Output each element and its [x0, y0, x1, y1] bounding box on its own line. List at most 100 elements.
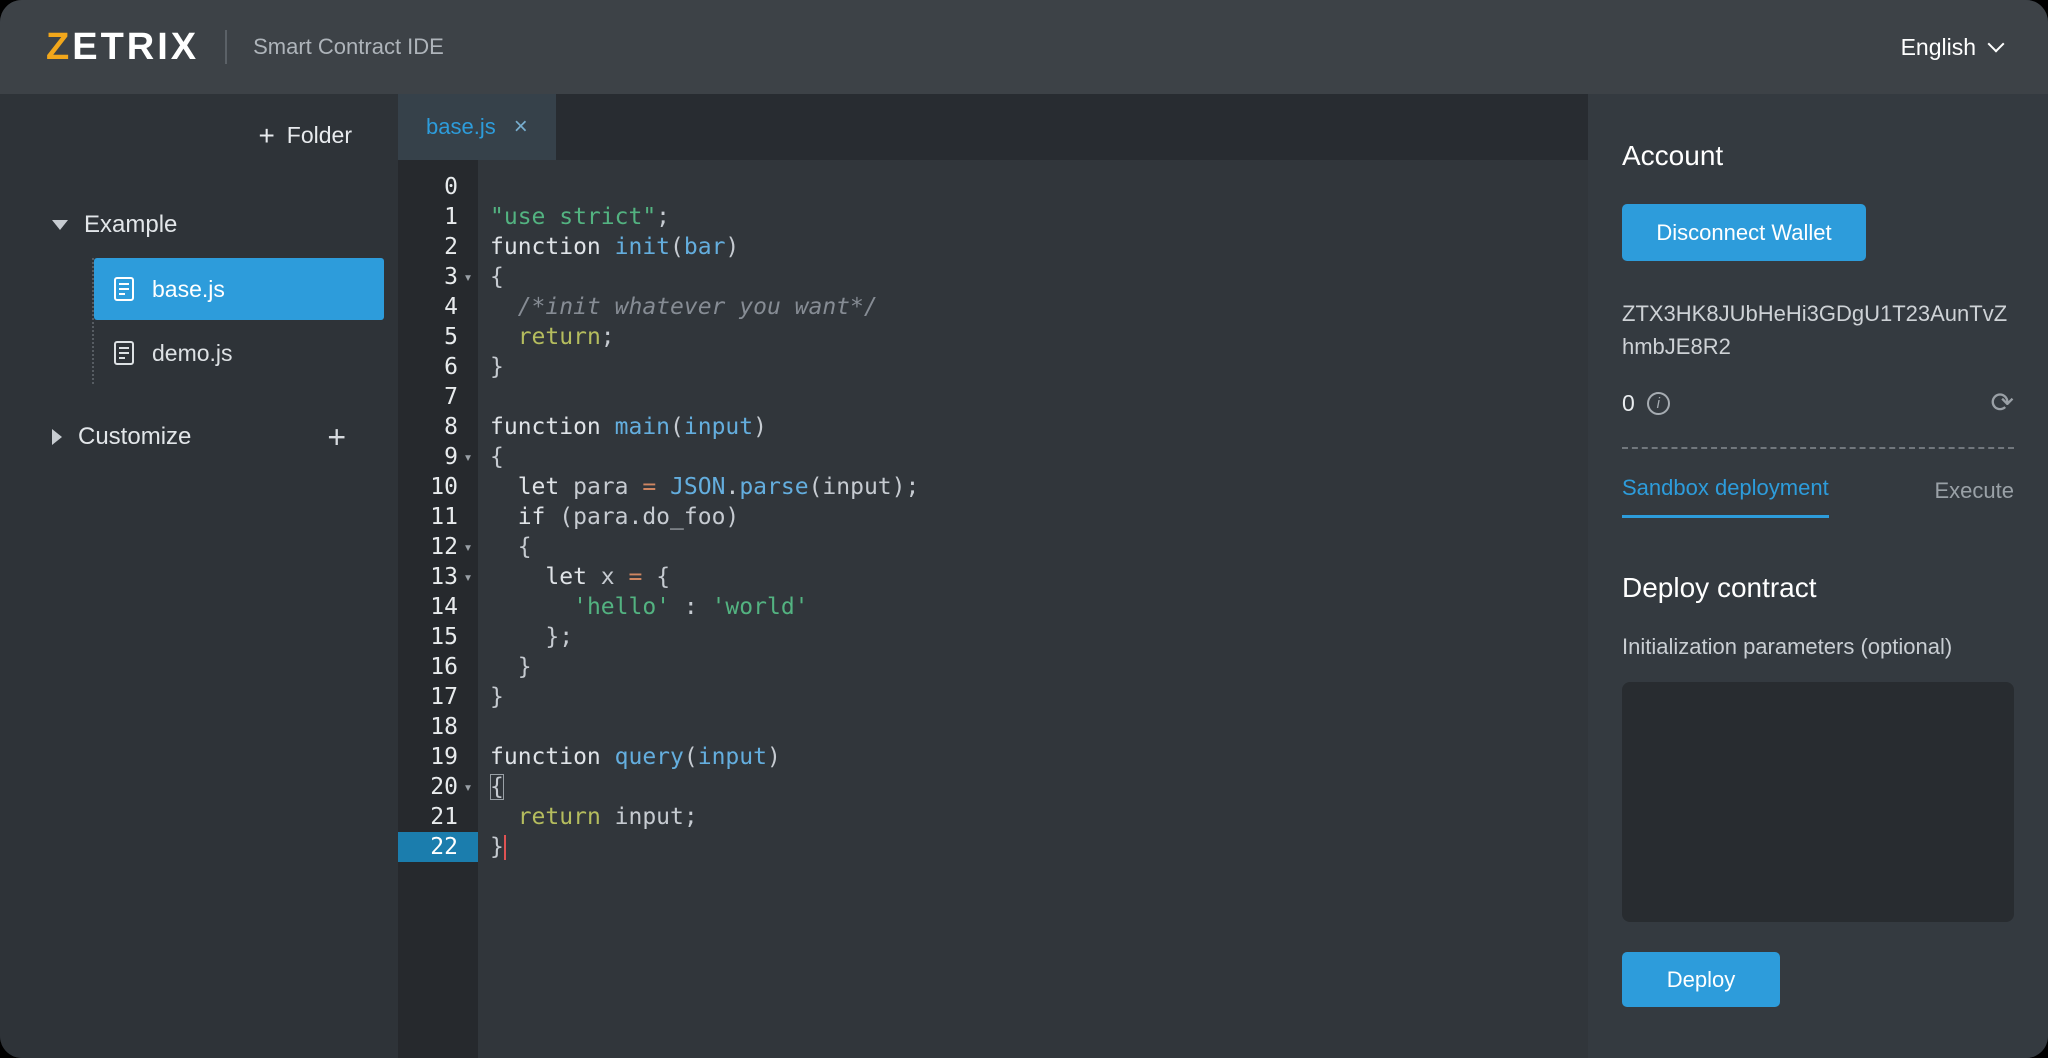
language-selector[interactable]: English	[1901, 34, 2002, 61]
init-params-label: Initialization parameters (optional)	[1622, 634, 2014, 660]
code-line[interactable]: {	[490, 772, 1588, 802]
file-list: base.js demo.js	[92, 258, 398, 384]
gutter-line-number[interactable]: 18	[398, 712, 478, 742]
fold-toggle-icon[interactable]: ▾	[458, 568, 478, 586]
editor-tabbar: base.js ×	[398, 94, 1588, 160]
gutter-line-number[interactable]: 20▾	[398, 772, 478, 802]
gutter-line-number[interactable]: 12▾	[398, 532, 478, 562]
new-folder-button[interactable]: + Folder	[258, 122, 352, 149]
ide-window: ZETRIX Smart Contract IDE English + Fold…	[0, 0, 2048, 1058]
code-line[interactable]: "use strict";	[490, 202, 1588, 232]
code-line[interactable]: let x = {	[490, 562, 1588, 592]
account-title: Account	[1622, 140, 2014, 172]
code-line[interactable]: /*init whatever you want*/	[490, 292, 1588, 322]
code-line[interactable]: }	[490, 352, 1588, 382]
fold-toggle-icon[interactable]: ▾	[458, 778, 478, 796]
code-line[interactable]: {	[490, 532, 1588, 562]
gutter-line-number[interactable]: 15	[398, 622, 478, 652]
code-line[interactable]: }	[490, 682, 1588, 712]
disconnect-wallet-button[interactable]: Disconnect Wallet	[1622, 204, 1866, 261]
chevron-down-icon	[1988, 36, 2005, 53]
gutter-line-number[interactable]: 8	[398, 412, 478, 442]
gutter-line-number[interactable]: 17	[398, 682, 478, 712]
logo-text: ETRIX	[72, 26, 199, 68]
group-label: Customize	[78, 423, 191, 451]
tab-execute[interactable]: Execute	[1935, 478, 2015, 518]
plus-icon: +	[258, 126, 274, 146]
sidebar-group-example[interactable]: Example	[0, 200, 398, 250]
gutter-line-number[interactable]: 7	[398, 382, 478, 412]
gutter-line-number[interactable]: 16	[398, 652, 478, 682]
code-line[interactable]: return input;	[490, 802, 1588, 832]
header-divider	[225, 30, 227, 64]
gutter-line-number[interactable]: 21	[398, 802, 478, 832]
gutter-line-number[interactable]: 22	[398, 832, 478, 862]
code-line[interactable]: }	[490, 832, 1588, 862]
fold-toggle-icon[interactable]: ▾	[458, 268, 478, 286]
add-file-button[interactable]: +	[327, 419, 346, 456]
gutter-line-number[interactable]: 9▾	[398, 442, 478, 472]
tab-base-js[interactable]: base.js ×	[398, 94, 556, 160]
tab-sandbox-deployment[interactable]: Sandbox deployment	[1622, 475, 1829, 518]
gutter-line-number[interactable]: 1	[398, 202, 478, 232]
fold-toggle-icon[interactable]: ▾	[458, 538, 478, 556]
tab-label: base.js	[426, 114, 496, 140]
code-line[interactable]: function main(input)	[490, 412, 1588, 442]
gutter-line-number[interactable]: 5	[398, 322, 478, 352]
code-line[interactable]: return;	[490, 322, 1588, 352]
gutter-line-number[interactable]: 14	[398, 592, 478, 622]
fold-toggle-icon[interactable]: ▾	[458, 448, 478, 466]
code-line[interactable]: if (para.do_foo)	[490, 502, 1588, 532]
code-line[interactable]: 'hello' : 'world'	[490, 592, 1588, 622]
gutter-line-number[interactable]: 10	[398, 472, 478, 502]
code-line[interactable]	[490, 172, 1588, 202]
file-explorer: + Folder Example base	[0, 94, 398, 1058]
account-panel: Account Disconnect Wallet ZTX3HK8JUbHeHi…	[1588, 94, 2048, 1058]
code-line[interactable]: function query(input)	[490, 742, 1588, 772]
refresh-icon[interactable]: ⟳	[1991, 389, 2014, 417]
code-line[interactable]: function init(bar)	[490, 232, 1588, 262]
file-name: demo.js	[152, 340, 233, 367]
file-name: base.js	[152, 276, 225, 303]
gutter-line-number[interactable]: 2	[398, 232, 478, 262]
gutter-line-number[interactable]: 13▾	[398, 562, 478, 592]
gutter-line-number[interactable]: 11	[398, 502, 478, 532]
file-item-demo-js[interactable]: demo.js	[94, 322, 384, 384]
info-icon[interactable]: i	[1647, 392, 1670, 415]
deploy-button[interactable]: Deploy	[1622, 952, 1780, 1007]
gutter-line-number[interactable]: 4	[398, 292, 478, 322]
gutter-line-number[interactable]: 0	[398, 172, 478, 202]
balance-row: 0 i ⟳	[1622, 389, 2014, 417]
init-params-textarea[interactable]	[1622, 682, 2014, 922]
caret-right-icon	[52, 429, 62, 445]
file-tree: Example base.js	[0, 94, 398, 462]
logo-accent-letter: Z	[46, 26, 72, 68]
code-line[interactable]: {	[490, 442, 1588, 472]
code-line[interactable]: }	[490, 652, 1588, 682]
code-line[interactable]: let para = JSON.parse(input);	[490, 472, 1588, 502]
deployment-tabs: Sandbox deployment Execute	[1622, 475, 2014, 518]
file-icon	[114, 277, 134, 301]
code-area[interactable]: "use strict";function init(bar){ /*init …	[478, 160, 1588, 1058]
close-icon[interactable]: ×	[514, 113, 528, 141]
code-line[interactable]: {	[490, 262, 1588, 292]
app-header: ZETRIX Smart Contract IDE English	[0, 0, 2048, 94]
code-line[interactable]	[490, 712, 1588, 742]
language-label: English	[1901, 34, 1976, 61]
gutter-line-number[interactable]: 6	[398, 352, 478, 382]
wallet-address: ZTX3HK8JUbHeHi3GDgU1T23AunTvZhmbJE8R2	[1622, 297, 2014, 363]
file-item-base-js[interactable]: base.js	[94, 258, 384, 320]
main-area: + Folder Example base	[0, 94, 2048, 1058]
code-line[interactable]: };	[490, 622, 1588, 652]
gutter: 0123▾456789▾101112▾13▾14151617181920▾212…	[398, 160, 478, 1058]
app-subtitle: Smart Contract IDE	[253, 34, 444, 60]
new-folder-label: Folder	[287, 122, 352, 149]
gutter-line-number[interactable]: 3▾	[398, 262, 478, 292]
balance-value: 0	[1622, 390, 1635, 417]
code-editor[interactable]: 0123▾456789▾101112▾13▾14151617181920▾212…	[398, 160, 1588, 1058]
gutter-line-number[interactable]: 19	[398, 742, 478, 772]
code-line[interactable]	[490, 382, 1588, 412]
sidebar-group-customize[interactable]: Customize +	[0, 412, 398, 462]
zetrix-logo: ZETRIX	[46, 26, 199, 69]
caret-down-icon	[52, 220, 68, 230]
